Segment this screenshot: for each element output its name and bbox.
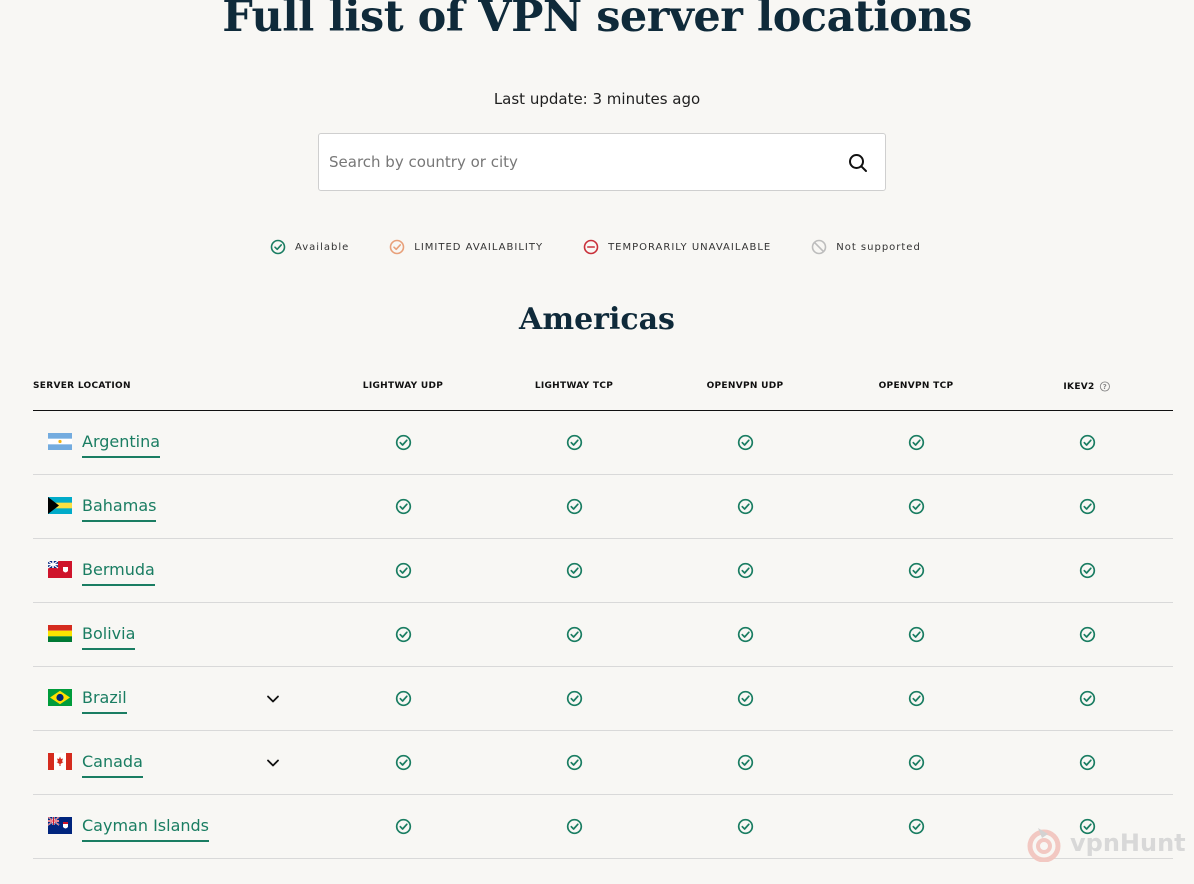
check-circle-icon	[566, 434, 583, 451]
check-circle-icon	[566, 562, 583, 579]
header-server-location: SERVER LOCATION	[33, 381, 131, 391]
check-circle-icon	[737, 818, 754, 835]
check-circle-icon	[270, 239, 286, 255]
country-link-bahamas[interactable]: Bahamas	[82, 496, 157, 522]
canada-flag-icon	[48, 753, 72, 770]
header-label: OPENVPN UDP	[706, 381, 784, 391]
header-openvpn-tcp: OPENVPN TCP	[879, 381, 954, 391]
legend-label: TEMPORARILY UNAVAILABLE	[608, 241, 772, 253]
watermark: vpnHunt	[1024, 824, 1186, 862]
legend-label: Not supported	[836, 241, 921, 253]
legend-limited: LIMITED AVAILABILITY	[389, 239, 543, 255]
server-table-body: Argentina Bahamas Bermuda Bolivia Brazil Cana…	[33, 411, 1173, 859]
argentina-flag-icon	[48, 433, 72, 450]
header-openvpn-udp: OPENVPN UDP	[707, 381, 784, 391]
header-ikev2: IKEV2 ?	[1063, 381, 1111, 392]
check-circle-icon	[1079, 562, 1096, 579]
search-icon[interactable]	[848, 153, 868, 173]
check-circle-icon	[737, 626, 754, 643]
header-lightway-tcp: LIGHTWAY TCP	[535, 381, 613, 391]
check-circle-icon	[566, 818, 583, 835]
check-circle-icon	[566, 690, 583, 707]
header-label: IKEV2	[1063, 381, 1095, 392]
legend-label: LIMITED AVAILABILITY	[414, 241, 544, 253]
check-circle-icon	[737, 562, 754, 579]
check-circle-icon	[908, 562, 925, 579]
help-icon[interactable]: ?	[1100, 381, 1111, 392]
check-circle-icon	[908, 498, 925, 515]
svg-text:?: ?	[1103, 383, 1107, 391]
header-label: LIGHTWAY UDP	[362, 381, 444, 391]
country-link-bermuda[interactable]: Bermuda	[82, 560, 155, 586]
table-row: Cayman Islands	[33, 795, 1173, 859]
check-circle-icon	[908, 434, 925, 451]
minus-circle-icon	[583, 239, 599, 255]
check-circle-icon	[737, 498, 754, 515]
check-circle-icon	[395, 690, 412, 707]
check-circle-icon	[908, 754, 925, 771]
check-circle-icon	[566, 626, 583, 643]
check-circle-icon	[908, 690, 925, 707]
legend-available: Available	[270, 239, 349, 255]
brazil-flag-icon	[48, 689, 72, 706]
country-link-canada[interactable]: Canada	[82, 752, 143, 778]
header-label: LIGHTWAY TCP	[534, 381, 614, 391]
chevron-down-icon[interactable]	[265, 691, 281, 707]
last-update-text: Last update: 3 minutes ago	[493, 90, 701, 108]
check-circle-icon	[395, 818, 412, 835]
legend-not-supported: Not supported	[811, 239, 921, 255]
page-title: Full list of VPN server locations	[222, 0, 972, 42]
bolivia-flag-icon	[48, 625, 72, 642]
header-lightway-udp: LIGHTWAY UDP	[363, 381, 443, 391]
table-row: Bolivia	[33, 603, 1173, 667]
check-circle-icon	[1079, 498, 1096, 515]
table-row: Bermuda	[33, 539, 1173, 603]
check-circle-icon	[908, 818, 925, 835]
country-link-argentina[interactable]: Argentina	[82, 432, 161, 458]
check-circle-icon	[395, 498, 412, 515]
bahamas-flag-icon	[48, 497, 72, 514]
table-row: Canada	[33, 731, 1173, 795]
check-circle-icon	[395, 754, 412, 771]
country-link-cayman-islands[interactable]: Cayman Islands	[82, 816, 209, 842]
bermuda-flag-icon	[48, 561, 72, 578]
region-heading: Americas	[519, 302, 675, 337]
check-circle-icon	[1079, 754, 1096, 771]
check-circle-icon	[395, 626, 412, 643]
legend-unavailable: TEMPORARILY UNAVAILABLE	[583, 239, 771, 255]
search-input[interactable]	[319, 134, 829, 190]
search-box	[318, 133, 886, 191]
table-header: SERVER LOCATION LIGHTWAY UDP LIGHTWAY TC…	[33, 376, 1173, 411]
table-row: Bahamas	[33, 475, 1173, 539]
table-row: Brazil	[33, 667, 1173, 731]
check-circle-icon	[389, 239, 405, 255]
legend: Available LIMITED AVAILABILITY TEMPORARI…	[270, 238, 961, 256]
check-circle-icon	[395, 434, 412, 451]
header-label: OPENVPN TCP	[878, 381, 954, 391]
check-circle-icon	[908, 626, 925, 643]
cayman-islands-flag-icon	[48, 817, 72, 834]
vpnhunt-logo-icon	[1027, 828, 1061, 862]
ban-circle-icon	[811, 239, 827, 255]
watermark-text: vpnHunt	[1070, 829, 1186, 857]
country-link-brazil[interactable]: Brazil	[82, 688, 127, 714]
check-circle-icon	[395, 562, 412, 579]
check-circle-icon	[737, 434, 754, 451]
chevron-down-icon[interactable]	[265, 755, 281, 771]
legend-label: Available	[295, 241, 350, 253]
check-circle-icon	[1079, 626, 1096, 643]
table-row: Argentina	[33, 411, 1173, 475]
country-link-bolivia[interactable]: Bolivia	[82, 624, 136, 650]
check-circle-icon	[737, 690, 754, 707]
check-circle-icon	[1079, 434, 1096, 451]
check-circle-icon	[566, 498, 583, 515]
check-circle-icon	[1079, 690, 1096, 707]
check-circle-icon	[737, 754, 754, 771]
check-circle-icon	[566, 754, 583, 771]
